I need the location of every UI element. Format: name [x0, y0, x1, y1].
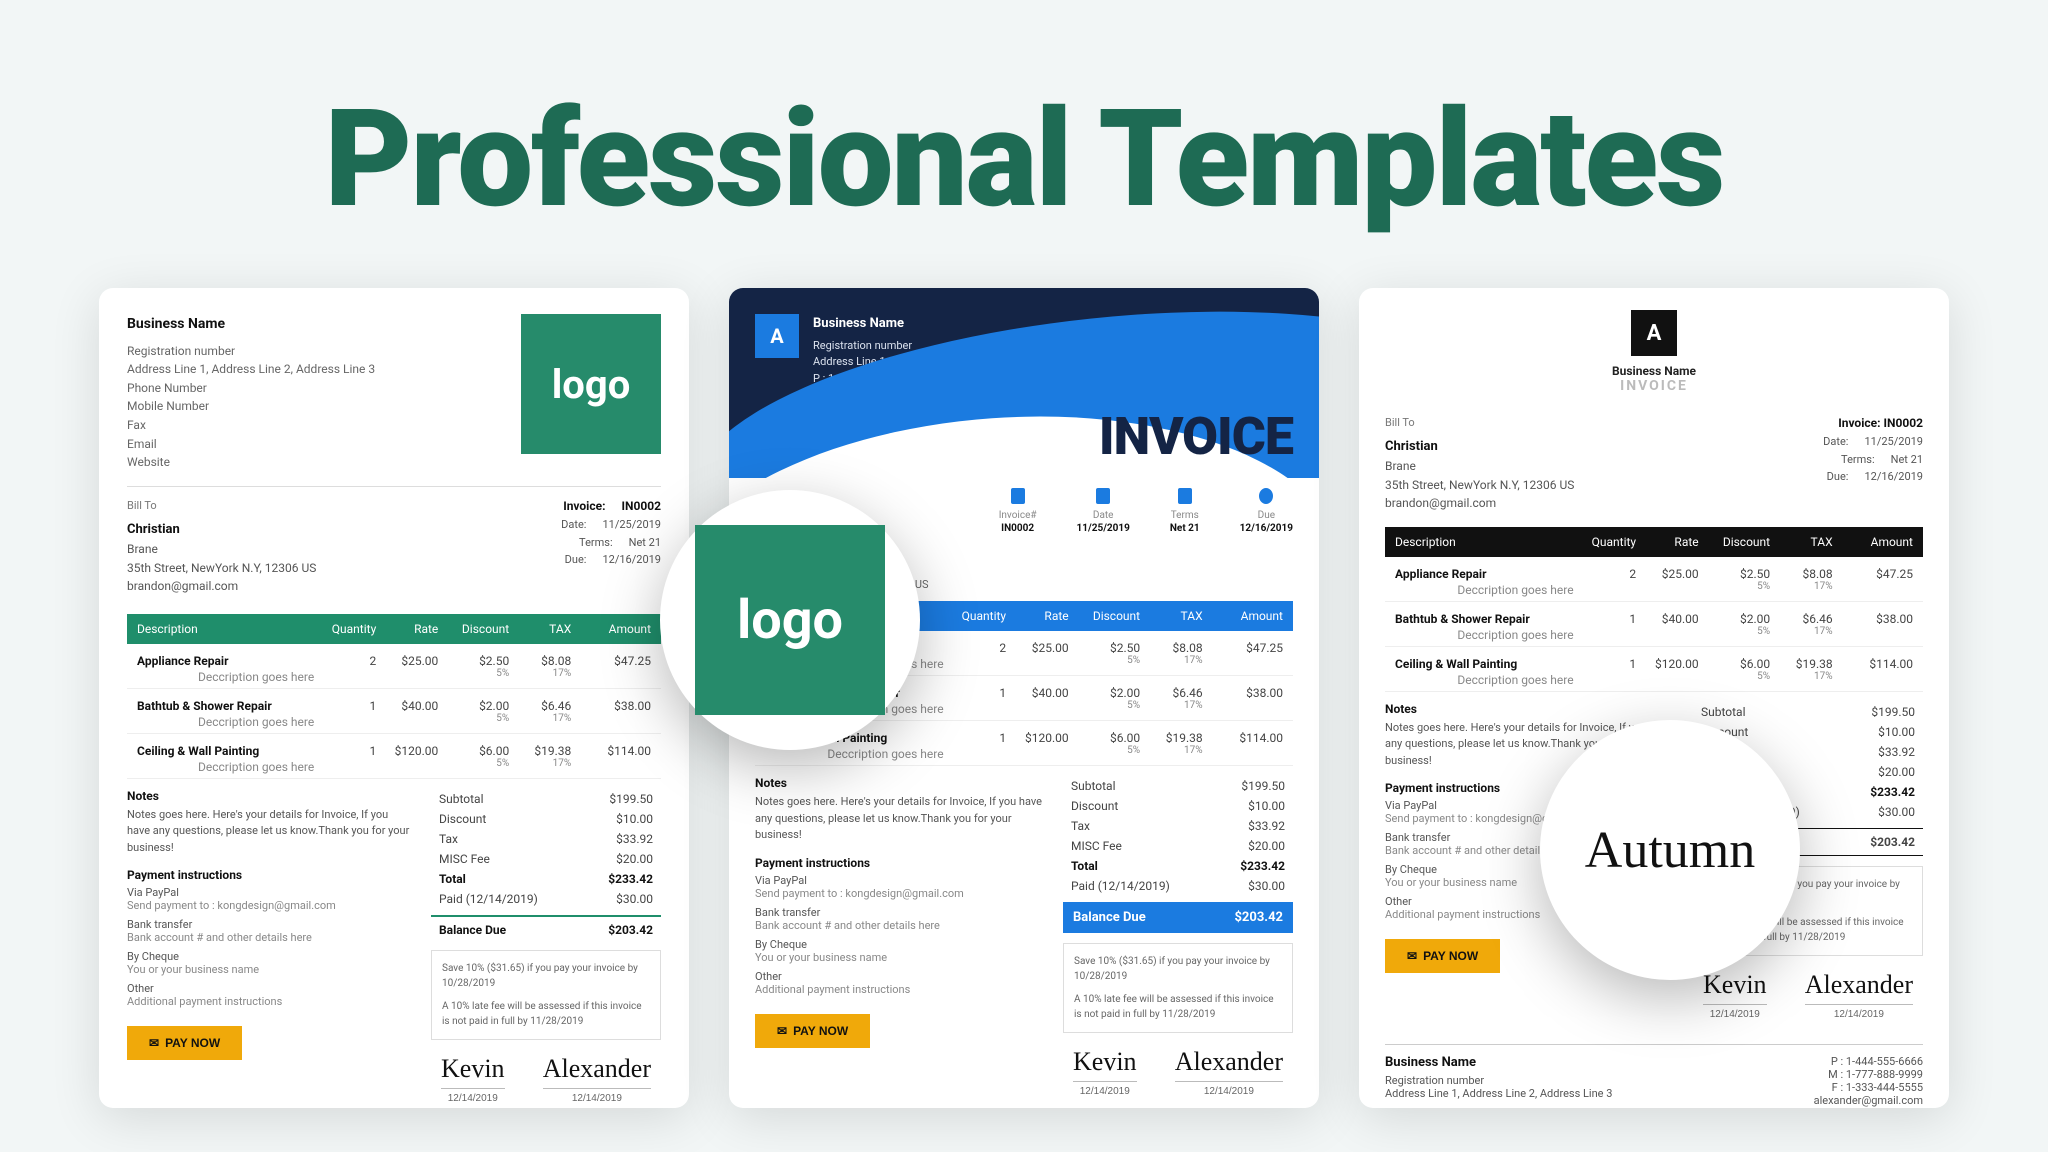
logo-square: A: [1631, 310, 1677, 356]
hero-title: Professional Templates: [0, 0, 2048, 288]
header-center: A Business Name INVOICE: [1359, 288, 1949, 394]
notes-and-payment: Notes Notes goes here. Here's your detai…: [127, 789, 411, 1104]
items-table: DescriptionQuantityRateDiscountTAXAmount…: [127, 614, 661, 779]
totals: Subtotal$199.50 Discount$10.00 Tax$33.92…: [431, 789, 661, 1104]
pay-now-button[interactable]: ✉PAY NOW: [1385, 939, 1500, 973]
table-row: Bathtub & Shower RepairDeccription goes …: [127, 689, 661, 734]
mail-icon: ✉: [777, 1024, 787, 1038]
balance-bar: Balance Due$203.42: [1063, 902, 1293, 933]
meta-chips: Invoice#IN0002 Date11/25/2019 TermsNet 2…: [999, 488, 1293, 534]
pay-now-button[interactable]: ✉PAY NOW: [755, 1014, 870, 1048]
business-block: Business Name Registration number Addres…: [127, 314, 375, 472]
invoice-title: INVOICE: [1099, 406, 1293, 467]
table-row: Ceiling & Wall PaintingDeccription goes …: [127, 734, 661, 779]
table-row: Ceiling & Wall PaintingDeccription goes …: [1385, 647, 1923, 692]
mail-icon: ✉: [149, 1036, 159, 1050]
logo-box: logo: [521, 314, 661, 454]
logo-square: A: [755, 314, 799, 358]
terms-icon: [1178, 488, 1192, 504]
template-card-3: A Business Name INVOICE Bill To Christia…: [1359, 288, 1949, 1108]
invoice-meta: Invoice:IN0002 Date:11/25/2019 Terms:Net…: [561, 497, 661, 596]
bill-to: Bill To Christian Brane 35th Street, New…: [127, 497, 316, 596]
footer-business: Business Name Registration number Addres…: [1385, 1044, 1923, 1107]
template-cards: Business Name Registration number Addres…: [0, 288, 2048, 1108]
calendar-icon: [1096, 488, 1110, 504]
clock-icon: [1259, 488, 1273, 504]
doc-icon: [1011, 488, 1025, 504]
magnifier-signature: Autumn: [1540, 720, 1800, 980]
template-card-1: Business Name Registration number Addres…: [99, 288, 689, 1108]
mail-icon: ✉: [1407, 949, 1417, 963]
table-row: Bathtub & Shower RepairDeccription goes …: [1385, 602, 1923, 647]
pay-now-button[interactable]: ✉PAY NOW: [127, 1026, 242, 1060]
table-row: Appliance RepairDeccription goes here2$2…: [1385, 557, 1923, 602]
table-row: Appliance RepairDeccription goes here2$2…: [127, 644, 661, 689]
magnifier-logo: logo: [660, 490, 920, 750]
